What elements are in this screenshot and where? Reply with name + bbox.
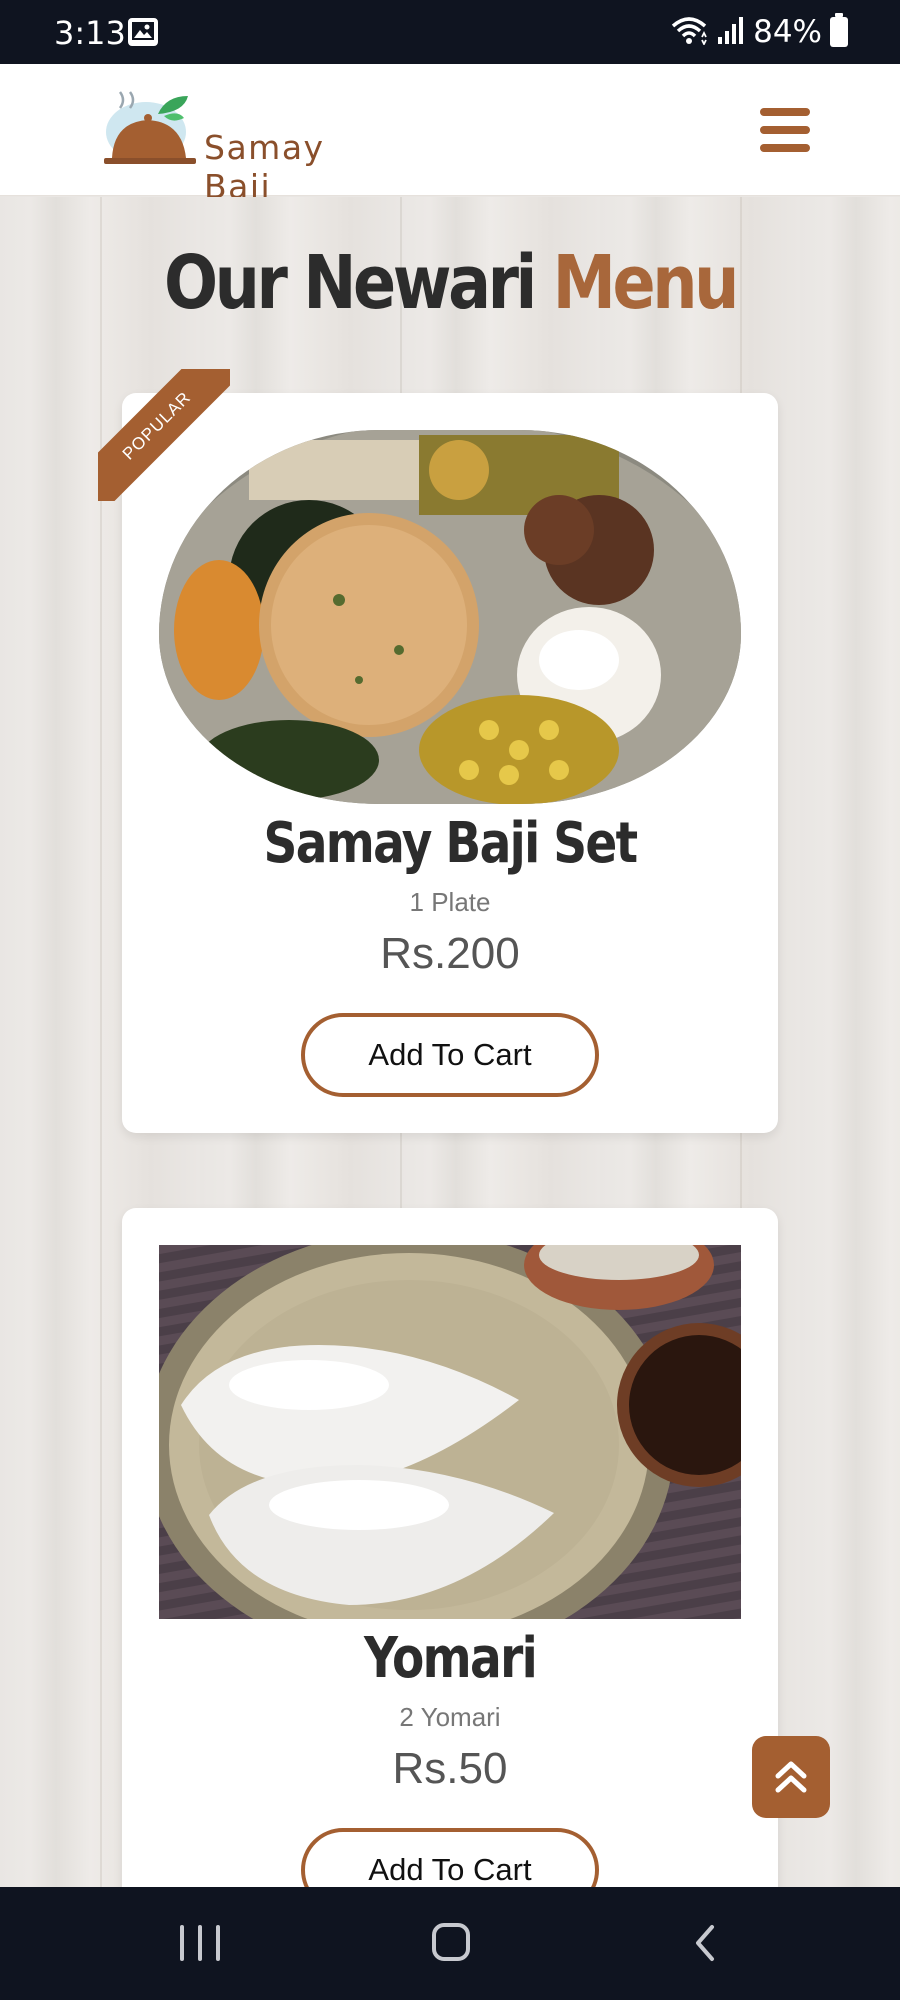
hamburger-icon[interactable] <box>760 108 812 152</box>
cloche-icon <box>104 91 196 164</box>
home-icon[interactable] <box>432 1923 470 1961</box>
food-image-yomari <box>159 1245 741 1619</box>
page-title: Our Newari Menu <box>63 240 837 326</box>
system-nav-bar <box>0 1887 900 2000</box>
item-quantity: 1 Plate <box>409 887 491 917</box>
battery-percent: 84% <box>753 14 822 50</box>
item-quantity: 2 Yomari <box>399 1702 501 1732</box>
status-right: 84% <box>669 13 848 50</box>
scroll-to-top-button[interactable] <box>752 1736 830 1818</box>
page-title-accent: Menu <box>552 240 740 326</box>
site-header: Samay Baji <box>0 64 900 206</box>
add-to-cart-button[interactable]: Add To Cart <box>301 1013 599 1097</box>
wifi-icon <box>669 15 709 50</box>
status-bar: 3:13 84% <box>0 0 900 64</box>
item-name: Samay Baji Set <box>263 811 639 876</box>
recent-apps-icon[interactable] <box>180 1925 220 1961</box>
back-icon[interactable] <box>690 1923 720 1963</box>
food-image-samay-baji <box>159 430 741 804</box>
double-chevron-up-icon <box>775 1761 807 1793</box>
popular-ribbon: POPULAR <box>98 369 230 501</box>
page-title-main: Our Newari <box>164 240 537 326</box>
brand-name: Samay Baji <box>204 128 325 206</box>
popular-badge: POPULAR <box>98 369 230 501</box>
menu-card: Yomari 2 Yomari Rs.50 Add To Cart <box>122 1208 778 1912</box>
signal-icon <box>717 15 745 50</box>
logo[interactable]: Samay Baji <box>100 86 400 206</box>
status-time: 3:13 <box>54 14 126 52</box>
item-price: Rs.50 <box>392 1744 508 1793</box>
battery-icon <box>830 13 848 47</box>
menu-card: POPULAR Samay Baji Set 1 Plate Rs.200 Ad… <box>98 369 778 1133</box>
gallery-icon <box>128 18 158 46</box>
item-name: Yomari <box>363 1626 538 1691</box>
item-price: Rs.200 <box>380 929 520 978</box>
